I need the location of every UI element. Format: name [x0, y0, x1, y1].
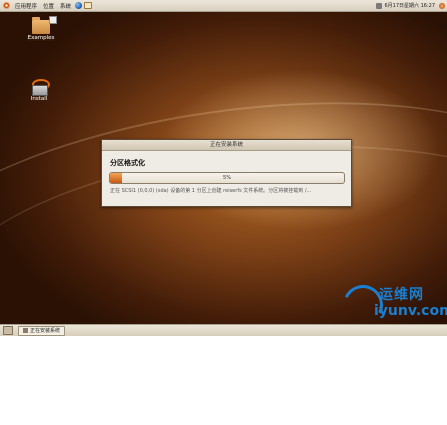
watermark: 运维网 iyunv.com: [337, 279, 447, 331]
dialog-titlebar[interactable]: 正在安装系统: [102, 140, 351, 151]
desktop-icon-examples[interactable]: Examples: [24, 16, 58, 41]
mail-icon[interactable]: [84, 2, 93, 9]
menu-applications[interactable]: 应用程序: [12, 2, 40, 10]
folder-icon: [32, 16, 57, 34]
watermark-text-cn: 运维网: [379, 287, 424, 303]
ubuntu-logo-icon[interactable]: [3, 2, 10, 9]
menu-places[interactable]: 位置: [40, 2, 57, 10]
clock[interactable]: 6月17日星期六 16:27: [384, 2, 435, 9]
taskbar-button-label: 正在安装系统: [30, 328, 61, 334]
quit-icon[interactable]: [439, 2, 445, 9]
status-message: 正在 SCSI1 (0,0,0) (sda) 设备的第 1 分区上创建 reis…: [110, 188, 312, 194]
progress-bar: 5%: [109, 172, 345, 184]
dialog-heading: 分区格式化: [110, 159, 145, 167]
watermark-text-en: iyunv.com: [374, 303, 447, 319]
taskbar-button[interactable]: 正在安装系统: [18, 325, 66, 336]
emblem-icon: [49, 16, 57, 24]
menu-system[interactable]: 系统: [57, 2, 74, 10]
window-icon: [23, 328, 28, 333]
show-desktop-icon[interactable]: [3, 326, 13, 335]
bottom-panel: 正在安装系统: [0, 324, 447, 336]
network-icon[interactable]: [376, 2, 383, 9]
top-panel: 应用程序 位置 系统 6月17日星期六 16:27: [0, 0, 447, 12]
desktop-icon-label: Examples: [26, 35, 56, 41]
desktop-icon-install[interactable]: Install: [22, 79, 56, 102]
progress-label: 5%: [223, 175, 231, 181]
install-icon: [30, 79, 50, 96]
web-browser-icon[interactable]: [75, 2, 83, 9]
install-progress-dialog: 正在安装系统 分区格式化 5% 正在 SCSI1 (0,0,0) (sda) 设…: [101, 139, 352, 207]
desktop-icon-label: Install: [29, 96, 49, 102]
